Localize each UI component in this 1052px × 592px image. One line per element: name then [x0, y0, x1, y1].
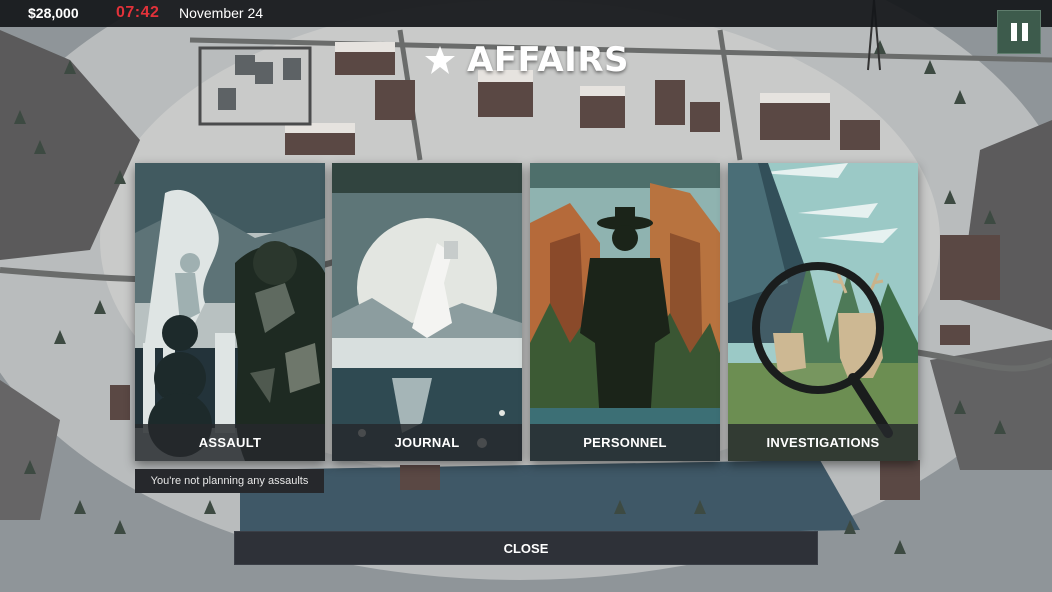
- assault-card[interactable]: ASSAULT: [135, 163, 325, 461]
- journal-illustration: [332, 163, 522, 461]
- assault-illustration: [135, 163, 325, 461]
- assault-status-note: You're not planning any assaults: [135, 469, 324, 493]
- personnel-card-label: PERSONNEL: [530, 424, 720, 461]
- money-display: $28,000: [28, 5, 79, 21]
- investigations-illustration: [728, 163, 918, 461]
- clock-display: 07:42: [116, 4, 160, 21]
- personnel-card[interactable]: PERSONNEL: [530, 163, 720, 461]
- investigations-card-label: INVESTIGATIONS: [728, 424, 918, 461]
- affairs-title: AFFAIRS: [0, 40, 1052, 80]
- date-display: November 24: [179, 5, 264, 21]
- assault-card-label: ASSAULT: [135, 424, 325, 461]
- pause-icon: [1010, 23, 1017, 41]
- close-button[interactable]: CLOSE: [234, 531, 818, 565]
- hud-top-bar: $28,000 07:42 November 24: [0, 0, 1052, 27]
- page-title: AFFAIRS: [467, 40, 629, 80]
- investigations-card[interactable]: INVESTIGATIONS: [728, 163, 918, 461]
- journal-card-label: JOURNAL: [332, 424, 522, 461]
- journal-card[interactable]: JOURNAL: [332, 163, 522, 461]
- star-icon: [425, 46, 455, 74]
- personnel-illustration: [530, 163, 720, 461]
- pause-icon-bar: [1021, 23, 1028, 41]
